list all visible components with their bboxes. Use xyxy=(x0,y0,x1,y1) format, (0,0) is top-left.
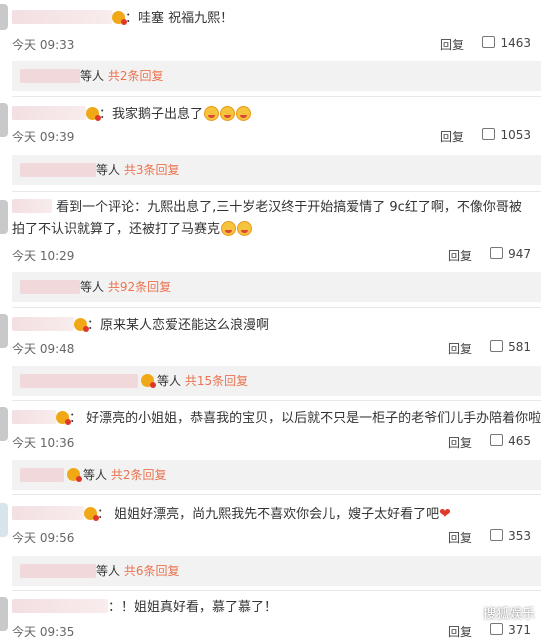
like-button[interactable]: 465 xyxy=(490,434,531,448)
sub-replies[interactable]: 等人 共2条回复 xyxy=(12,61,541,91)
divider xyxy=(12,590,541,591)
vip-badge-icon xyxy=(56,411,71,425)
thumbs-up-icon xyxy=(490,340,504,352)
comment-text: ：！姐姐真好看，慕了慕了！ xyxy=(108,600,278,615)
divider xyxy=(12,307,541,308)
username[interactable] xyxy=(12,10,112,24)
avatar[interactable] xyxy=(0,200,8,234)
reply-count-link[interactable]: 共2条回复 xyxy=(108,69,164,83)
vip-badge-icon xyxy=(74,318,89,332)
reply-button[interactable]: 回复 xyxy=(448,434,472,451)
username xyxy=(20,374,138,388)
reply-count-link[interactable]: 共6条回复 xyxy=(124,564,180,578)
reply-count-link[interactable]: 共2条回复 xyxy=(111,468,167,482)
comment-time: 今天 09:39 xyxy=(12,130,75,144)
avatar[interactable] xyxy=(0,103,8,137)
vip-badge-icon xyxy=(67,468,82,482)
divider xyxy=(12,400,541,401)
username[interactable] xyxy=(12,599,108,613)
comment-text: 姐姐好漂亮，尚九熙我先不喜欢你会儿，嫂子太好看了吧 xyxy=(114,507,440,522)
comment-text: 好漂亮的小姐姐，恭喜我的宝贝，以后就不只是一柜子的老爷们儿手办陪着你啦 xyxy=(86,411,541,426)
thumbs-up-icon xyxy=(490,434,504,446)
username[interactable] xyxy=(12,317,74,331)
comment-time: 今天 09:56 xyxy=(12,531,75,545)
heart-icon: ❤ xyxy=(439,506,451,522)
emoji-icon xyxy=(237,221,253,236)
comment-text: ：我家鹅子出息了 xyxy=(99,107,204,122)
reply-count-link[interactable]: 共15条回复 xyxy=(185,374,248,388)
like-button[interactable]: 947 xyxy=(490,247,531,261)
username xyxy=(20,163,96,177)
comment-text: ：原来某人恋爱还能这么浪漫啊 xyxy=(87,318,270,333)
username xyxy=(20,564,96,578)
comment-time: 今天 09:35 xyxy=(12,625,75,639)
avatar[interactable] xyxy=(0,503,8,537)
watermark: 搜狐娱乐 xyxy=(482,607,535,622)
thumbs-up-icon xyxy=(490,247,504,259)
username[interactable] xyxy=(12,199,52,213)
like-button[interactable]: 353 xyxy=(490,529,531,543)
comment-text: ：哇塞 祝福九熙！ xyxy=(125,11,234,26)
username xyxy=(20,468,64,482)
avatar[interactable] xyxy=(0,407,8,441)
username[interactable] xyxy=(12,106,86,120)
emoji-icon xyxy=(220,106,236,121)
reply-count-link[interactable]: 共3条回复 xyxy=(124,163,180,177)
vip-badge-icon xyxy=(84,507,99,521)
username[interactable] xyxy=(12,410,56,424)
reply-button[interactable]: 回复 xyxy=(448,247,472,264)
like-button[interactable]: 1053 xyxy=(482,128,531,142)
avatar[interactable] xyxy=(0,4,8,30)
reply-button[interactable]: 回复 xyxy=(440,36,464,53)
vip-badge-icon xyxy=(141,374,156,388)
username xyxy=(20,280,80,294)
comment-time: 今天 09:33 xyxy=(12,38,75,52)
comment-time: 今天 10:29 xyxy=(12,249,75,263)
reply-button[interactable]: 回复 xyxy=(448,340,472,357)
emoji-icon xyxy=(221,221,237,236)
divider xyxy=(12,96,541,97)
sub-replies[interactable]: 等人 共15条回复 xyxy=(12,366,541,396)
comment-time: 今天 09:48 xyxy=(12,342,75,356)
reply-button[interactable]: 回复 xyxy=(448,529,472,546)
reply-count-link[interactable]: 共92条回复 xyxy=(108,280,171,294)
sub-replies[interactable]: 等人 共2条回复 xyxy=(12,460,541,490)
username xyxy=(20,69,80,83)
vip-badge-icon xyxy=(112,11,127,25)
thumbs-up-icon xyxy=(490,623,504,635)
comment-text: 看到一个评论：九熙出息了,三十岁老汉终于开始搞爱情了 9c红了啊，不像你哥被拍了… xyxy=(12,200,522,237)
thumbs-up-icon xyxy=(482,128,496,140)
username[interactable] xyxy=(12,506,84,520)
emoji-icon xyxy=(204,106,220,121)
like-button[interactable]: 1463 xyxy=(482,36,531,50)
sub-replies[interactable]: 等人 共3条回复 xyxy=(12,155,541,185)
divider xyxy=(12,191,541,192)
like-button[interactable]: 581 xyxy=(490,340,531,354)
like-button[interactable]: 371 xyxy=(490,623,531,637)
sub-replies[interactable]: 等人 共6条回复 xyxy=(12,556,541,586)
avatar[interactable] xyxy=(0,314,8,348)
thumbs-up-icon xyxy=(490,529,504,541)
thumbs-up-icon xyxy=(482,36,496,48)
reply-button[interactable]: 回复 xyxy=(440,128,464,145)
reply-button[interactable]: 回复 xyxy=(448,623,472,640)
vip-badge-icon xyxy=(86,107,101,121)
divider xyxy=(12,494,541,495)
avatar[interactable] xyxy=(0,597,8,631)
sub-replies[interactable]: 等人 共92条回复 xyxy=(12,272,541,302)
comment-time: 今天 10:36 xyxy=(12,436,75,450)
emoji-icon xyxy=(236,106,252,121)
